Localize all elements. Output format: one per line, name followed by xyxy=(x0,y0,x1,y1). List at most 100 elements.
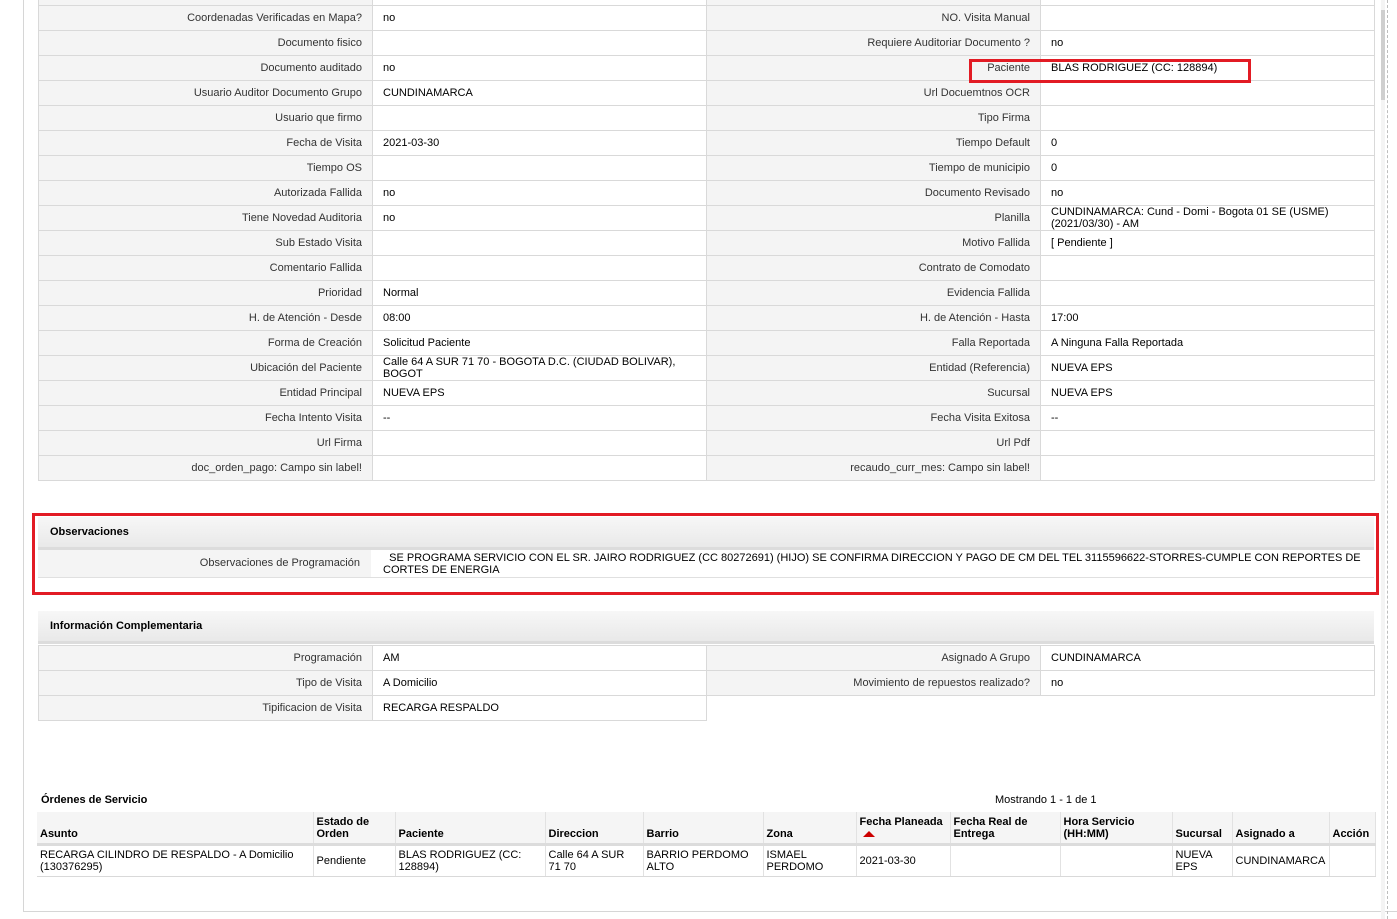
field-label: Planilla xyxy=(706,205,1041,231)
column-header[interactable]: Fecha Planeada xyxy=(856,812,951,846)
field-label: Coordenadas Verificadas en Mapa? xyxy=(38,5,373,31)
field-label: Ubicación del Paciente xyxy=(38,355,373,381)
column-header[interactable]: Estado de Orden xyxy=(313,812,396,846)
field-label: doc_orden_pago: Campo sin label! xyxy=(38,455,373,481)
pagination-summary: Mostrando 1 - 1 de 1 xyxy=(995,794,1097,806)
field-label: Programación xyxy=(38,645,373,671)
field-value: no xyxy=(372,180,707,206)
field-label: Documento Revisado xyxy=(706,180,1041,206)
column-header[interactable]: Direccion xyxy=(545,812,644,846)
column-header-label: Barrio xyxy=(646,828,679,840)
field-label: Usuario que firmo xyxy=(38,105,373,131)
column-header[interactable]: Sucursal xyxy=(1172,812,1233,846)
column-header-label: Paciente xyxy=(398,828,444,840)
field-label: Tipo Firma xyxy=(706,105,1041,131)
field-value: Calle 64 A SUR 71 70 - BOGOTA D.C. (CIUD… xyxy=(372,355,707,381)
field-value: no xyxy=(1040,670,1375,696)
table-cell[interactable]: RECARGA CILINDRO DE RESPALDO - A Domicil… xyxy=(37,844,314,877)
column-header-label: Fecha Real de Entrega xyxy=(953,816,1028,840)
detail-row: Forma de Creación Solicitud Paciente Falla… xyxy=(38,330,1375,356)
column-header[interactable]: Zona xyxy=(763,812,857,846)
field-value: -- xyxy=(1040,405,1375,431)
orders-table: Asunto Estado de Orden Paciente Direccion Ba… xyxy=(37,812,1376,877)
field-label: Fecha Visita Exitosa xyxy=(706,405,1041,431)
sort-ascending-icon[interactable] xyxy=(862,831,875,838)
field-label: Tiempo OS xyxy=(38,155,373,181)
field-label: NO. Visita Manual xyxy=(706,5,1041,31)
table-cell xyxy=(1060,844,1173,877)
field-value: AM xyxy=(372,645,707,671)
field-value xyxy=(372,430,707,456)
info-complementaria-title: Información Complementaria xyxy=(38,611,1374,644)
field-value xyxy=(1040,430,1375,456)
field-label: Contrato de Comodato xyxy=(706,255,1041,281)
table-cell xyxy=(1329,844,1376,877)
field-value: no xyxy=(372,55,707,81)
column-header[interactable]: Barrio xyxy=(643,812,764,846)
page-frame-left xyxy=(23,0,24,912)
column-header[interactable]: Paciente xyxy=(395,812,546,846)
column-header[interactable]: Fecha Real de Entrega xyxy=(950,812,1061,846)
field-value: Solicitud Paciente xyxy=(372,330,707,356)
dashed-border xyxy=(1387,0,1388,919)
field-label: Forma de Creación xyxy=(38,330,373,356)
field-label: Asignado A Grupo xyxy=(706,645,1041,671)
column-header[interactable]: Hora Servicio (HH:MM) xyxy=(1060,812,1173,846)
table-cell: BLAS RODRIGUEZ (CC: 128894) xyxy=(395,844,546,877)
field-value xyxy=(372,230,707,256)
field-value: no xyxy=(1040,180,1375,206)
detail-row: H. de Atención - Desde 08:00 H. de Atenció… xyxy=(38,305,1375,331)
field-value xyxy=(372,155,707,181)
field-label: Motivo Fallida xyxy=(706,230,1041,256)
field-label: Tipificacion de Visita xyxy=(38,695,373,721)
column-header[interactable]: Asunto xyxy=(37,812,314,846)
orders-title: Órdenes de Servicio xyxy=(41,794,148,806)
column-header[interactable]: Asignado a xyxy=(1232,812,1330,846)
field-label: Fecha Intento Visita xyxy=(38,405,373,431)
field-label: Sucursal xyxy=(706,380,1041,406)
column-header-label: Hora Servicio (HH:MM) xyxy=(1063,816,1135,840)
field-value: NUEVA EPS xyxy=(1040,355,1375,381)
field-label: Evidencia Fallida xyxy=(706,280,1041,306)
table-cell: ISMAEL PERDOMO xyxy=(763,844,857,877)
detail-row: Ubicación del Paciente Calle 64 A SUR 71 … xyxy=(38,355,1375,381)
table-cell: CUNDINAMARCA xyxy=(1232,844,1330,877)
field-value: RECARGA RESPALDO xyxy=(372,695,707,721)
field-value: NUEVA EPS xyxy=(1040,380,1375,406)
column-header-label: Fecha Planeada xyxy=(859,816,943,828)
detail-row: Usuario Auditor Documento Grupo CUNDINAMA… xyxy=(38,80,1375,106)
field-label: recaudo_curr_mes: Campo sin label! xyxy=(706,455,1041,481)
field-label: Sub Estado Visita xyxy=(38,230,373,256)
field-label: Url Pdf xyxy=(706,430,1041,456)
field-value: [ Pendiente ] xyxy=(1040,230,1375,256)
table-cell: NUEVA EPS xyxy=(1172,844,1233,877)
detail-row: Url Firma Url Pdf xyxy=(38,430,1375,456)
field-value: 2021-03-30 xyxy=(372,130,707,156)
column-header-label: Zona xyxy=(766,828,793,840)
scrollbar-track[interactable] xyxy=(1381,0,1385,919)
field-value xyxy=(1040,255,1375,281)
table-row[interactable]: RECARGA CILINDRO DE RESPALDO - A Domicil… xyxy=(37,844,1376,877)
detail-row: doc_orden_pago: Campo sin label! recaudo_… xyxy=(38,455,1375,481)
column-header-label: Direccion xyxy=(548,828,599,840)
field-label: Tipo de Visita xyxy=(38,670,373,696)
field-label: Comentario Fallida xyxy=(38,255,373,281)
field-label: H. de Atención - Desde xyxy=(38,305,373,331)
detail-row: Sub Estado Visita Motivo Fallida[ Pendien… xyxy=(38,230,1375,256)
field-label: Entidad (Referencia) xyxy=(706,355,1041,381)
field-value: 0 xyxy=(1040,130,1375,156)
column-header[interactable]: Acción xyxy=(1329,812,1376,846)
field-label: Movimiento de repuestos realizado? xyxy=(706,670,1041,696)
field-value xyxy=(372,255,707,281)
scrollbar-thumb[interactable] xyxy=(1381,10,1385,100)
info-complementaria-section: Información Complementaria xyxy=(38,611,1374,644)
orders-header-row: Asunto Estado de Orden Paciente Direccion Ba… xyxy=(37,812,1376,846)
info-complementaria-table: Programación AM Asignado A Grupo CUNDINAMAR… xyxy=(38,645,1375,721)
field-value: CUNDINAMARCA xyxy=(1040,645,1375,671)
field-label: Documento fisico xyxy=(38,30,373,56)
field-label: Autorizada Fallida xyxy=(38,180,373,206)
field-label: Usuario Auditor Documento Grupo xyxy=(38,80,373,106)
table-cell: Calle 64 A SUR 71 70 xyxy=(545,844,644,877)
detail-row: Tiene Novedad Auditoria no Planilla CUNDINA… xyxy=(38,205,1375,231)
field-value: NUEVA EPS xyxy=(372,380,707,406)
